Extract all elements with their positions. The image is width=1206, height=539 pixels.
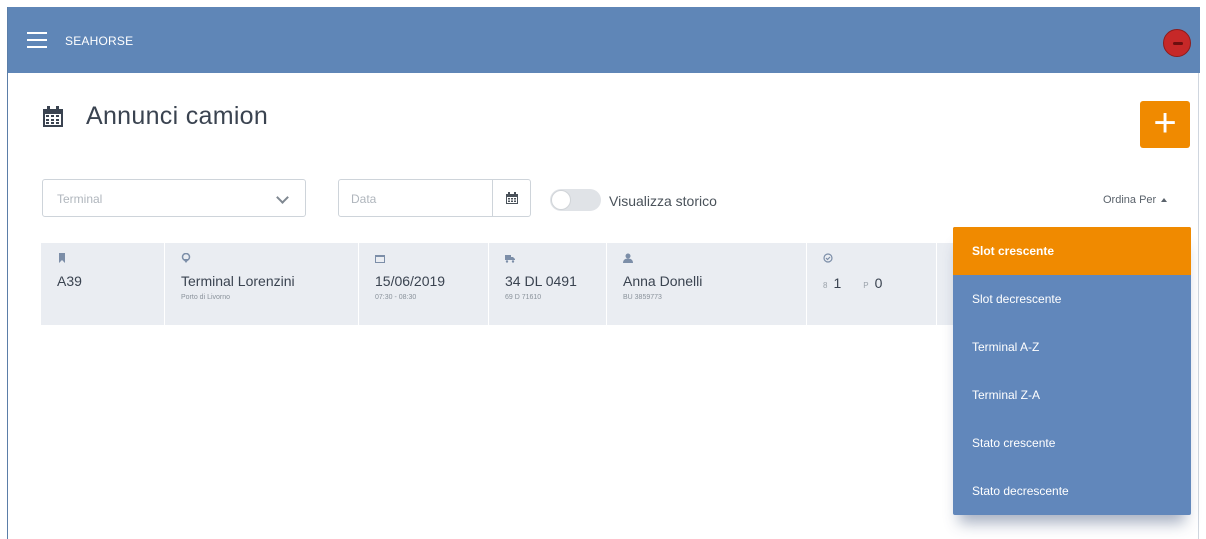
bookmark-icon (59, 253, 65, 263)
count-a-prefix: 8 (823, 281, 828, 290)
caret-up-icon (1161, 198, 1168, 203)
location-pin-icon (181, 253, 191, 263)
sort-option-terminal-za[interactable]: Terminal Z-A (953, 371, 1191, 419)
sort-dropdown-menu: Slot crescente Slot decrescente Terminal… (953, 227, 1191, 515)
page-title: Annunci camion (86, 102, 269, 130)
truck-plate: 34 DL 0491 (505, 273, 577, 289)
count-a: 1 (833, 275, 842, 291)
add-button[interactable]: + (1140, 101, 1190, 148)
trailer-plate: 69 D 71610 (505, 294, 542, 301)
history-toggle[interactable] (550, 189, 601, 211)
driver-document: BU 3859773 (623, 294, 662, 301)
calendar-icon (43, 105, 63, 127)
sort-option-slot-asc[interactable]: Slot crescente (953, 227, 1191, 275)
date-input[interactable]: Data (338, 179, 531, 217)
count-b: 0 (874, 275, 883, 291)
slot-time: 07:30 - 08:30 (375, 294, 417, 301)
toggle-knob (551, 190, 571, 210)
row-code: A39 (57, 273, 82, 289)
calendar-icon (506, 192, 518, 204)
top-app-bar: SEAHORSE (8, 7, 1200, 73)
chevron-down-icon (276, 191, 289, 204)
user-icon (623, 253, 633, 263)
check-circle-icon (823, 253, 833, 263)
brand-name[interactable]: SEAHORSE (65, 34, 133, 48)
user-avatar[interactable] (1163, 29, 1191, 57)
cell-terminal: Terminal Lorenzini Porto di Livorno (165, 243, 359, 325)
count-b-prefix: P (863, 281, 869, 290)
sort-option-status-asc[interactable]: Stato crescente (953, 419, 1191, 467)
calendar-icon (375, 255, 385, 263)
hamburger-menu-icon[interactable] (27, 32, 47, 48)
cell-plate: 34 DL 0491 69 D 71610 (489, 243, 607, 325)
cell-driver: Anna Donelli BU 3859773 (607, 243, 807, 325)
cell-code: A39 (41, 243, 165, 325)
date-input-placeholder: Data (351, 192, 377, 206)
terminal-select[interactable]: Terminal (42, 179, 306, 217)
sort-by-label: Ordina Per (1103, 194, 1157, 206)
sort-by-button[interactable]: Ordina Per (1103, 194, 1168, 206)
cell-date: 15/06/2019 07:30 - 08:30 (359, 243, 489, 325)
sort-option-terminal-az[interactable]: Terminal A-Z (953, 323, 1191, 371)
app-frame: SEAHORSE Annunci camion + Terminal Data (7, 7, 1200, 539)
cell-counts: 81 P0 (807, 243, 937, 325)
sort-option-slot-desc[interactable]: Slot decrescente (953, 275, 1191, 323)
terminal-name: Terminal Lorenzini (181, 273, 295, 289)
driver-name: Anna Donelli (623, 273, 703, 289)
history-toggle-label[interactable]: Visualizza storico (609, 193, 717, 209)
terminal-select-placeholder: Terminal (57, 192, 103, 206)
terminal-location: Porto di Livorno (181, 294, 231, 301)
truck-icon (505, 255, 515, 263)
page-header: Annunci camion (42, 102, 268, 131)
date-picker-button[interactable] (492, 180, 530, 216)
slot-date: 15/06/2019 (375, 273, 446, 289)
container-counts: 81 P0 (823, 275, 882, 291)
sort-option-status-desc[interactable]: Stato decrescente (953, 467, 1191, 515)
